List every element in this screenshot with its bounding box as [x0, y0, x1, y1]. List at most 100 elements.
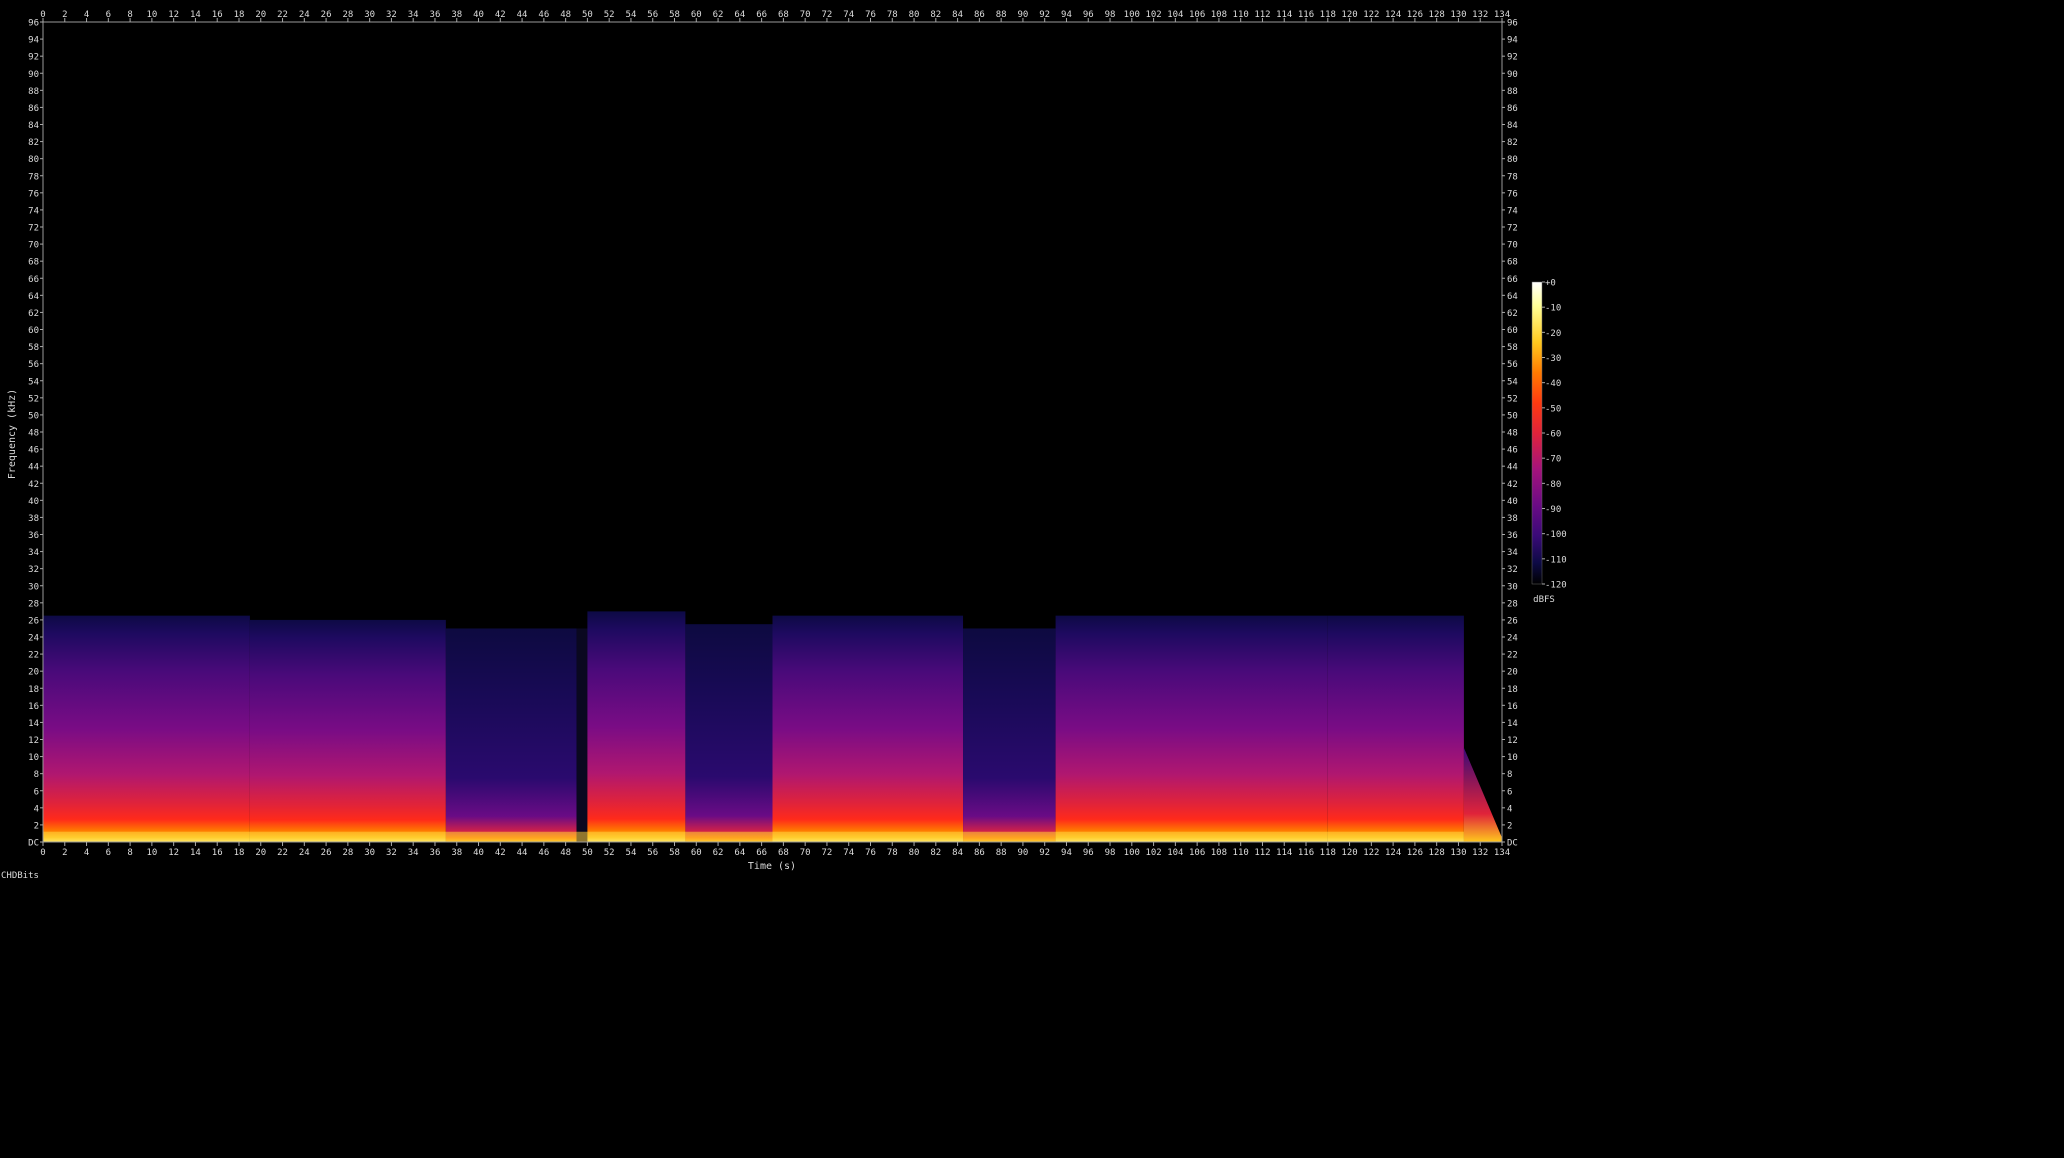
x-tick-top-label: 124 — [1385, 10, 1401, 20]
y-tick-right-label: 48 — [1507, 429, 1518, 439]
y-tick-right-label: 40 — [1507, 497, 1518, 507]
x-tick-top-label: 84 — [952, 10, 963, 20]
x-tick-bottom-label: 32 — [386, 848, 397, 858]
x-tick-top-label: 98 — [1105, 10, 1116, 20]
y-tick-right-label: 16 — [1507, 702, 1518, 712]
y-tick-left-label: 68 — [28, 258, 39, 268]
x-tick-bottom-label: 26 — [321, 848, 332, 858]
x-tick-top-label: 116 — [1298, 10, 1314, 20]
spectrum-segment-2 — [445, 628, 577, 842]
x-tick-top-label: 126 — [1407, 10, 1423, 20]
x-tick-bottom-label: 72 — [822, 848, 833, 858]
x-tick-top-label: 10 — [146, 10, 157, 20]
y-tick-left-label: 84 — [28, 121, 39, 131]
y-tick-left-label: 46 — [28, 446, 39, 456]
x-tick-bottom-label: 58 — [669, 848, 680, 858]
spectrogram-chart: 0 2 4 6 8 10 12 14 16 18 20 22 24 26 28 30 32 34 36 38 40 42 4… — [1, 10, 1567, 881]
y-axis-label: Frequency (kHz) — [7, 389, 18, 479]
x-tick-bottom-label: 64 — [734, 848, 745, 858]
x-tick-top-label: 36 — [430, 10, 441, 20]
y-tick-right-label: 90 — [1507, 70, 1518, 80]
colorbar-label: dBFS — [1533, 595, 1555, 605]
spectrum-segment-0 — [43, 615, 250, 842]
x-tick-bottom-label: 98 — [1105, 848, 1116, 858]
spectrum-segment-1 — [249, 619, 446, 842]
x-tick-bottom-label: 36 — [430, 848, 441, 858]
y-tick-left-label: 80 — [28, 155, 39, 165]
y-tick-left-label: 32 — [28, 565, 39, 575]
y-tick-left-label: 74 — [28, 206, 39, 216]
y-tick-left-label: 2 — [34, 821, 39, 831]
y-tick-right-label: 80 — [1507, 155, 1518, 165]
x-tick-bottom-label: 34 — [408, 848, 419, 858]
x-tick-bottom-label: 130 — [1450, 848, 1466, 858]
spectrum-segment-4 — [587, 611, 686, 842]
x-tick-top-label: 114 — [1276, 10, 1292, 20]
y-tick-right-label: 56 — [1507, 360, 1518, 370]
x-tick-top-label: 8 — [127, 10, 132, 20]
y-tick-left-label: 28 — [28, 599, 39, 609]
x-tick-top-label: 54 — [626, 10, 637, 20]
x-tick-top-label: 130 — [1450, 10, 1466, 20]
x-tick-top-label: 128 — [1429, 10, 1445, 20]
x-tick-bottom-label: 132 — [1472, 848, 1488, 858]
x-tick-bottom-label: 126 — [1407, 848, 1423, 858]
x-tick-top-label: 52 — [604, 10, 615, 20]
y-tick-right-label: 72 — [1507, 224, 1518, 234]
x-tick-bottom-label: 40 — [473, 848, 484, 858]
x-tick-top-label: 90 — [1018, 10, 1029, 20]
y-tick-left-label: 62 — [28, 309, 39, 319]
x-tick-bottom-label: 38 — [451, 848, 462, 858]
x-tick-bottom-label: 44 — [517, 848, 528, 858]
x-tick-top-label: 60 — [691, 10, 702, 20]
y-tick-left-label: 40 — [28, 497, 39, 507]
x-tick-bottom-label: 6 — [106, 848, 111, 858]
x-tick-bottom-label: 118 — [1320, 848, 1336, 858]
x-tick-bottom-label: 24 — [299, 848, 310, 858]
colorbar-tick-label: -110 — [1545, 555, 1567, 565]
spectrum-segment-6 — [772, 615, 964, 842]
y-tick-left-label: 16 — [28, 702, 39, 712]
y-tick-right-label: 82 — [1507, 138, 1518, 148]
x-tick-top-label: 74 — [843, 10, 854, 20]
y-tick-left-label: 22 — [28, 651, 39, 661]
x-tick-bottom-label: 78 — [887, 848, 898, 858]
x-tick-bottom-label: 116 — [1298, 848, 1314, 858]
y-tick-right-label: 74 — [1507, 206, 1518, 216]
x-ticks-bottom: 0 2 4 6 8 10 12 14 16 18 20 22 24 26 28 30 32 34 36 38 40 42 4… — [40, 842, 1510, 858]
y-tick-right-label: 2 — [1507, 821, 1512, 831]
x-tick-bottom-label: 68 — [778, 848, 789, 858]
y-tick-left-label: 72 — [28, 224, 39, 234]
spectrum-segment-5 — [685, 624, 773, 842]
x-tick-top-label: 24 — [299, 10, 310, 20]
x-tick-bottom-label: 82 — [930, 848, 941, 858]
x-tick-top-label: 40 — [473, 10, 484, 20]
x-tick-bottom-label: 22 — [277, 848, 288, 858]
x-tick-bottom-label: 62 — [713, 848, 724, 858]
colorbar-tick-label: -100 — [1545, 530, 1567, 540]
y-tick-left-label: DC — [28, 839, 39, 849]
x-tick-bottom-label: 20 — [255, 848, 266, 858]
y-tick-left-label: 60 — [28, 326, 39, 336]
y-tick-right-label: 34 — [1507, 548, 1518, 558]
x-tick-top-label: 38 — [451, 10, 462, 20]
y-tick-right-label: 26 — [1507, 616, 1518, 626]
x-tick-top-label: 86 — [974, 10, 985, 20]
y-tick-right-label: 68 — [1507, 258, 1518, 268]
x-tick-top-label: 118 — [1320, 10, 1336, 20]
y-tick-left-label: 70 — [28, 241, 39, 251]
x-tick-bottom-label: 60 — [691, 848, 702, 858]
y-tick-right-label: 38 — [1507, 514, 1518, 524]
x-tick-bottom-label: 120 — [1341, 848, 1357, 858]
x-tick-top-label: 46 — [538, 10, 549, 20]
y-tick-left-label: 42 — [28, 480, 39, 490]
y-tick-right-label: 42 — [1507, 480, 1518, 490]
colorbar-ticks: +0 -10 -20 -30 -40 -50 -60 -70 -80 -90 -100 -110 -12… — [1542, 279, 1567, 591]
x-tick-top-label: 22 — [277, 10, 288, 20]
x-tick-bottom-label: 96 — [1083, 848, 1094, 858]
x-tick-bottom-label: 88 — [996, 848, 1007, 858]
x-tick-bottom-label: 134 — [1494, 848, 1510, 858]
colorbar-tick-label: -40 — [1545, 379, 1561, 389]
x-tick-top-label: 58 — [669, 10, 680, 20]
x-tick-bottom-label: 8 — [127, 848, 132, 858]
